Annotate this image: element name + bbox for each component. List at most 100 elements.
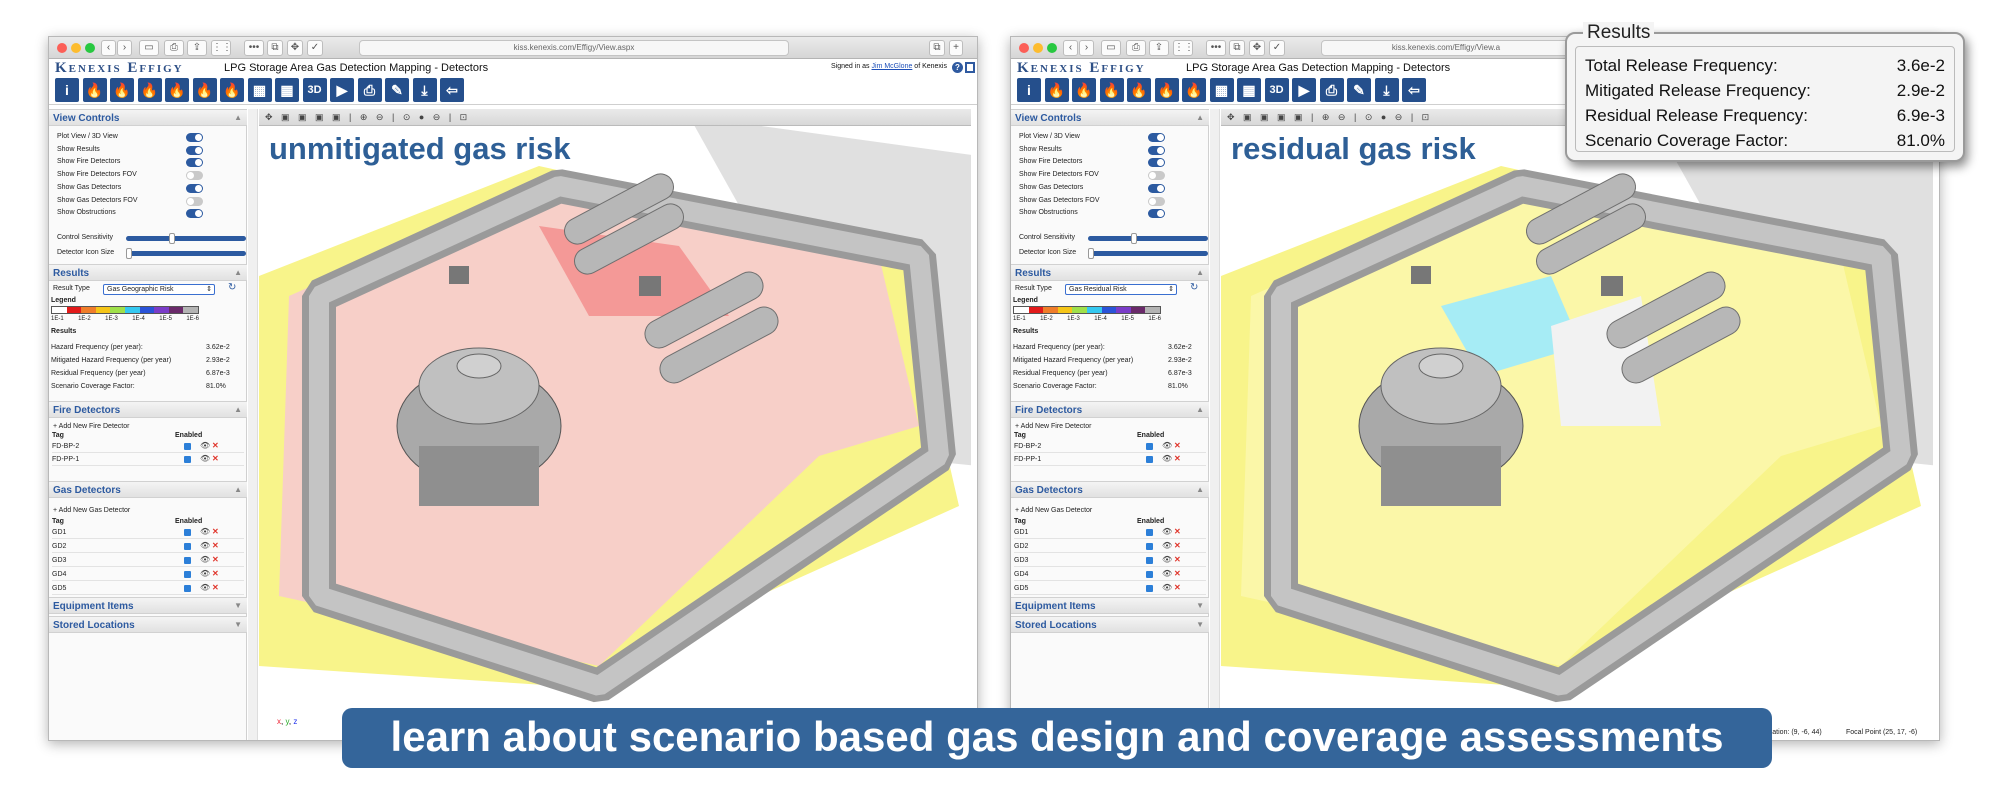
eye-icon[interactable]: 👁 xyxy=(200,541,210,550)
toggle-switch[interactable] xyxy=(186,196,203,206)
toggle-switch[interactable] xyxy=(186,133,203,142)
fire-icon[interactable]: 🔥 xyxy=(192,78,217,102)
eye-icon[interactable]: 👁 xyxy=(200,441,210,450)
enabled-checkbox[interactable] xyxy=(1146,557,1153,564)
forward-arrow-icon[interactable]: › xyxy=(117,40,132,56)
back-icon[interactable]: ⇦ xyxy=(440,78,464,102)
enabled-checkbox[interactable] xyxy=(184,585,191,592)
eye-icon[interactable]: 👁 xyxy=(200,583,210,592)
table-row[interactable]: GD4 👁 ✕ xyxy=(52,569,244,581)
enabled-checkbox[interactable] xyxy=(1146,529,1153,536)
share-icon[interactable]: ⇪ xyxy=(187,40,207,56)
delete-icon[interactable]: ✕ xyxy=(1174,454,1181,463)
3d-view-icon[interactable]: 3D xyxy=(302,78,327,102)
3d-view-icon[interactable]: 3D xyxy=(1264,78,1289,102)
delete-icon[interactable]: ✕ xyxy=(212,527,219,536)
eye-icon[interactable]: 👁 xyxy=(200,454,210,463)
download-icon[interactable]: ⤓ xyxy=(412,78,437,102)
toggle-switch[interactable] xyxy=(1148,133,1165,142)
eye-icon[interactable]: 👁 xyxy=(1162,541,1172,550)
delete-icon[interactable]: ✕ xyxy=(1174,583,1181,592)
result-type-select[interactable]: Gas Geographic Risk xyxy=(103,284,215,295)
add-fire-detector-button[interactable]: + Add New Fire Detector xyxy=(53,423,129,430)
back-icon[interactable]: ⇦ xyxy=(1402,78,1426,102)
section-fire-detectors[interactable]: Fire Detectors ▲ xyxy=(1011,401,1209,418)
print-icon[interactable]: ⎙ xyxy=(357,78,382,102)
delete-icon[interactable]: ✕ xyxy=(212,555,219,564)
info-icon[interactable]: i xyxy=(1017,78,1041,102)
enabled-checkbox[interactable] xyxy=(1146,443,1153,450)
eye-icon[interactable]: 👁 xyxy=(1162,527,1172,536)
toggle-switch[interactable] xyxy=(1148,171,1165,181)
table-row[interactable]: GD5 👁 ✕ xyxy=(1014,583,1206,595)
fire-icon[interactable]: 🔥 xyxy=(1182,78,1206,102)
maximize-window-button[interactable] xyxy=(1047,43,1057,53)
fire-icon[interactable]: 🔥 xyxy=(1099,78,1124,102)
3d-viewport[interactable]: ✥ ▣ ▣ ▣ ▣ | ⊕ ⊖ | ⊙ ● ⊖ | ⊡ unmitigated … xyxy=(259,109,971,740)
eye-icon[interactable]: 👁 xyxy=(200,569,210,578)
copy-icon[interactable]: ⧉ xyxy=(1229,40,1245,56)
fire-icon[interactable]: 🔥 xyxy=(1127,78,1151,102)
3d-viewport[interactable]: ✥ ▣ ▣ ▣ ▣ | ⊕ ⊖ | ⊙ ● ⊖ | ⊡ residual gas… xyxy=(1221,109,1933,740)
eye-icon[interactable]: 👁 xyxy=(200,527,210,536)
share-icon[interactable]: ⇪ xyxy=(1149,40,1169,56)
toggle-switch[interactable] xyxy=(1148,158,1165,168)
table-row[interactable]: FD-BP-2 👁 ✕ xyxy=(52,441,244,453)
minimize-window-button[interactable] xyxy=(71,43,81,53)
print-icon[interactable]: ⎙ xyxy=(1126,40,1146,56)
enabled-checkbox[interactable] xyxy=(184,456,191,463)
sidebar-toggle-icon[interactable]: ▭ xyxy=(1101,40,1121,56)
info-icon[interactable]: i xyxy=(55,78,79,102)
eye-icon[interactable]: 👁 xyxy=(200,555,210,564)
section-results[interactable]: Results ▲ xyxy=(1011,264,1209,281)
back-arrow-icon[interactable]: ‹ xyxy=(101,40,116,56)
eye-icon[interactable]: 👁 xyxy=(1162,454,1172,463)
minimize-window-button[interactable] xyxy=(1033,43,1043,53)
toggle-switch[interactable] xyxy=(1148,196,1165,206)
table-row[interactable]: GD1 👁 ✕ xyxy=(1014,527,1206,539)
delete-icon[interactable]: ✕ xyxy=(212,583,219,592)
copy-icon[interactable]: ⧉ xyxy=(267,40,283,56)
url-bar[interactable]: kiss.kenexis.com/Effigy/View.a xyxy=(1321,40,1571,56)
section-results[interactable]: Results ▲ xyxy=(49,264,247,281)
delete-icon[interactable]: ✕ xyxy=(1174,569,1181,578)
eye-icon[interactable]: 👁 xyxy=(1162,583,1172,592)
enabled-checkbox[interactable] xyxy=(1146,585,1153,592)
maximize-window-button[interactable] xyxy=(85,43,95,53)
print-icon[interactable]: ⎙ xyxy=(1319,78,1344,102)
user-link[interactable]: Jim McGlone xyxy=(872,63,913,70)
fire-icon[interactable]: 🔥 xyxy=(1044,78,1069,102)
tabs-icon[interactable]: ⧉ xyxy=(929,40,945,56)
toggle-switch[interactable] xyxy=(1148,209,1165,219)
add-gas-detector-button[interactable]: + Add New Gas Detector xyxy=(53,507,130,514)
delete-icon[interactable]: ✕ xyxy=(212,441,219,450)
table-row[interactable]: GD2 👁 ✕ xyxy=(1014,541,1206,553)
delete-icon[interactable]: ✕ xyxy=(1174,441,1181,450)
play-icon[interactable]: ▶ xyxy=(1292,78,1316,102)
section-equipment-items[interactable]: Equipment Items ▼ xyxy=(1011,597,1209,614)
check-icon[interactable]: ✓ xyxy=(1269,40,1285,56)
table-row[interactable]: FD-PP-1 👁 ✕ xyxy=(52,454,244,466)
refresh-icon[interactable]: ↻ xyxy=(228,282,236,293)
table-row[interactable]: GD5 👁 ✕ xyxy=(52,583,244,595)
fire-icon[interactable]: 🔥 xyxy=(1154,78,1179,102)
fire-icon[interactable]: 🔥 xyxy=(220,78,244,102)
close-window-button[interactable] xyxy=(1019,43,1029,53)
delete-icon[interactable]: ✕ xyxy=(1174,541,1181,550)
toggle-switch[interactable] xyxy=(186,183,203,193)
toggle-switch[interactable] xyxy=(186,171,203,181)
eye-icon[interactable]: 👁 xyxy=(1162,441,1172,450)
wrench-icon[interactable]: ✎ xyxy=(1347,78,1371,102)
enabled-checkbox[interactable] xyxy=(1146,543,1153,550)
back-arrow-icon[interactable]: ‹ xyxy=(1063,40,1078,56)
section-gas-detectors[interactable]: Gas Detectors ▲ xyxy=(49,481,247,498)
table-row[interactable]: FD-PP-1 👁 ✕ xyxy=(1014,454,1206,466)
building-icon[interactable]: ▦ xyxy=(275,78,299,102)
detector-icon-size-slider[interactable] xyxy=(1088,248,1208,259)
section-stored-locations[interactable]: Stored Locations ▼ xyxy=(49,616,247,633)
section-view-controls[interactable]: View Controls ▲ xyxy=(49,109,247,126)
sidebar-toggle-icon[interactable]: ▭ xyxy=(139,40,159,56)
section-equipment-items[interactable]: Equipment Items ▼ xyxy=(49,597,247,614)
delete-icon[interactable]: ✕ xyxy=(1174,527,1181,536)
wrench-icon[interactable]: ✎ xyxy=(385,78,409,102)
